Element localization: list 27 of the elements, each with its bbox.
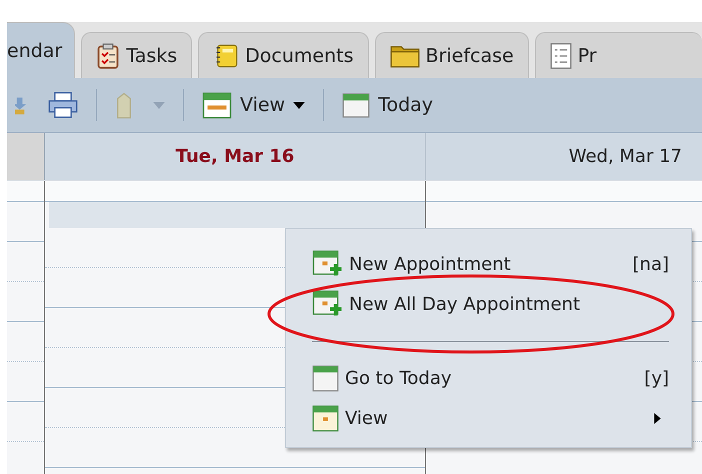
- menu-item[interactable]: New Appointment [na]: [312, 244, 669, 284]
- printer-icon: [48, 91, 78, 119]
- tab[interactable]: Briefcase: [374, 32, 529, 78]
- calendar-add-icon: [312, 250, 343, 278]
- folder-icon: [390, 43, 420, 68]
- menu-item[interactable]: Go to Today [y]: [312, 358, 669, 398]
- today-button[interactable]: Today: [334, 88, 442, 122]
- clipboard-icon: [96, 42, 120, 68]
- day-header: Tue, Mar 16: [176, 146, 294, 167]
- tag-icon: [115, 91, 133, 119]
- tab[interactable]: Documents: [198, 32, 368, 78]
- tab[interactable]: Tasks: [81, 32, 192, 78]
- caret-icon: [293, 102, 306, 108]
- calendar-icon: [312, 364, 339, 392]
- tab[interactable]: endar: [7, 22, 76, 78]
- calendar-icon: [342, 92, 370, 118]
- menu-item[interactable]: View: [312, 398, 669, 438]
- submenu-arrow-icon: [654, 412, 661, 424]
- calendar-add-icon: [312, 290, 343, 318]
- caret-icon: [153, 102, 165, 108]
- day-header: Wed, Mar 17: [568, 146, 682, 167]
- tab[interactable]: Pr: [534, 32, 702, 78]
- time-column-header: [7, 133, 45, 180]
- calendar-icon: [202, 92, 232, 118]
- view-button[interactable]: View: [194, 88, 314, 122]
- calendar-icon: [312, 404, 339, 432]
- document-icon: [550, 42, 572, 70]
